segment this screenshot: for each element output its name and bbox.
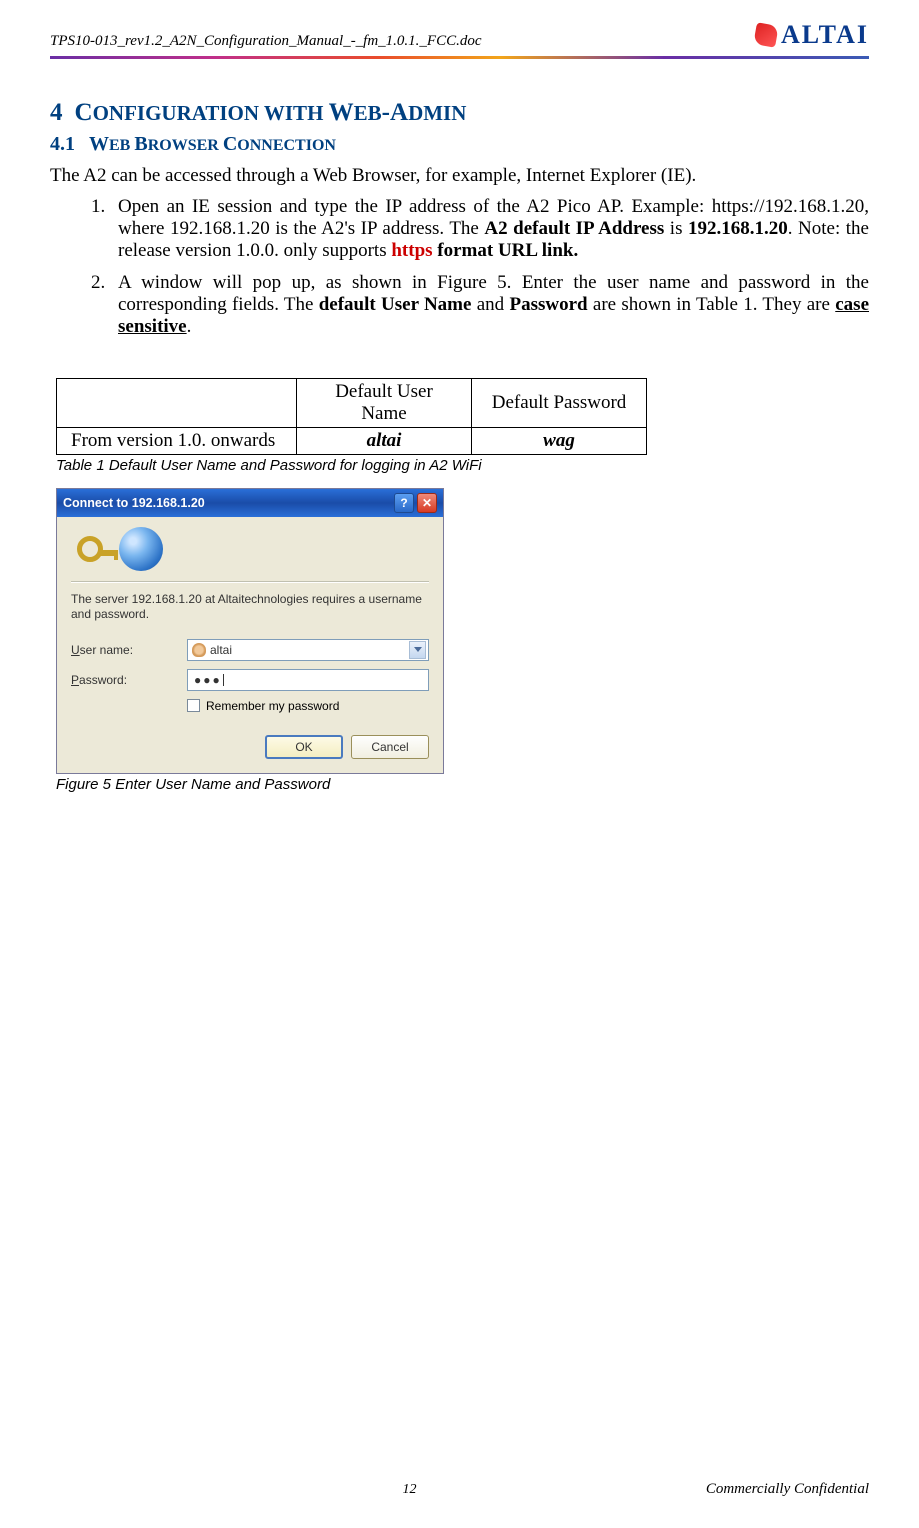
auth-dialog: Connect to 192.168.1.20 ? ✕ The server 1… [56, 488, 444, 774]
chevron-down-icon[interactable] [409, 641, 426, 659]
section-title-part: EB [354, 101, 382, 125]
close-icon[interactable]: ✕ [417, 493, 437, 513]
logo-text: ALTAI [781, 20, 869, 50]
step-text: are shown in Table 1. They are [588, 294, 836, 315]
subsection-title-part: EB [109, 137, 134, 154]
label-accel: R [206, 699, 215, 713]
figure-caption: Figure 5 Enter User Name and Password [56, 776, 869, 793]
logo-mark-icon [753, 22, 778, 47]
header-divider [50, 56, 869, 59]
password-label: Password: [71, 673, 187, 687]
table-cell-user: altai [297, 427, 472, 454]
username-input[interactable]: altai [187, 639, 429, 661]
help-icon[interactable]: ? [394, 493, 414, 513]
password-input[interactable]: ●●● [187, 669, 429, 691]
table-header-pass: Default Password [472, 378, 647, 427]
section-title-part: -A [382, 99, 408, 126]
label-text: ser name: [80, 643, 133, 657]
dialog-title: Connect to 192.168.1.20 [63, 496, 205, 510]
label-accel: U [71, 643, 80, 657]
intro-text: The A2 can be accessed through a Web Bro… [50, 164, 869, 188]
logo: ALTAI [755, 20, 869, 50]
dialog-message: The server 192.168.1.20 at Altaitechnolo… [71, 592, 429, 623]
label-accel: P [71, 673, 79, 687]
subsection-number: 4.1 [50, 133, 75, 155]
remember-checkbox[interactable] [187, 699, 200, 712]
section-title-part: W [329, 99, 354, 126]
page-number: 12 [150, 1482, 669, 1498]
label-text: emember my password [215, 699, 340, 713]
table-header-empty [57, 378, 297, 427]
subsection-title-part: ROWSER [148, 137, 223, 154]
subsection-title-part: W [89, 133, 109, 155]
table-caption: Table 1 Default User Name and Password f… [56, 457, 869, 474]
table-row: From version 1.0. onwards altai wag [57, 427, 647, 454]
step-text-red: https [391, 240, 432, 261]
step-text-bold: default User Name [319, 294, 472, 315]
globe-icon [119, 527, 163, 571]
section-title-part: DMIN [408, 101, 466, 125]
step-text-bold: Password [509, 294, 587, 315]
user-icon [192, 643, 206, 657]
section-number: 4 [50, 99, 63, 126]
step-text: . [187, 316, 192, 337]
step-text: is [664, 218, 688, 239]
ok-button[interactable]: OK [265, 735, 343, 759]
username-label: User name: [71, 643, 187, 657]
table-row: Default User Name Default Password [57, 378, 647, 427]
subsection-title-part: C [223, 133, 237, 155]
remember-label[interactable]: Remember my password [206, 699, 339, 713]
keys-icon [71, 536, 125, 562]
password-value: ●●● [194, 673, 222, 687]
subsection-heading: 4.1 WEB BROWSER CONNECTION [50, 133, 869, 156]
doc-title: TPS10-013_rev1.2_A2N_Configuration_Manua… [50, 33, 482, 50]
section-heading: 4CONFIGURATION WITH WEB-ADMIN [50, 99, 869, 127]
step-2: A window will pop up, as shown in Figure… [110, 272, 869, 338]
section-title-part: C [75, 99, 93, 126]
step-text-bold: format URL link. [433, 240, 579, 261]
step-1: Open an IE session and type the IP addre… [110, 196, 869, 262]
table-cell-pass: wag [472, 427, 647, 454]
step-text-bold: A2 default IP Address [484, 218, 664, 239]
text-cursor-icon [223, 674, 224, 686]
table-header-user: Default User Name [297, 378, 472, 427]
username-value: altai [210, 643, 409, 657]
credentials-table: Default User Name Default Password From … [56, 378, 647, 455]
step-text-bold: 192.168.1.20 [688, 218, 788, 239]
cancel-button[interactable]: Cancel [351, 735, 429, 759]
section-title-part: ONFIGURATION WITH [93, 101, 329, 125]
subsection-title-part: ONNECTION [237, 137, 336, 154]
footer-confidential: Commercially Confidential [669, 1481, 869, 1498]
dialog-titlebar[interactable]: Connect to 192.168.1.20 ? ✕ [57, 489, 443, 517]
dialog-divider [71, 581, 429, 582]
table-cell-version: From version 1.0. onwards [57, 427, 297, 454]
step-text: and [471, 294, 509, 315]
subsection-title-part: B [134, 133, 147, 155]
label-text: assword: [79, 673, 127, 687]
